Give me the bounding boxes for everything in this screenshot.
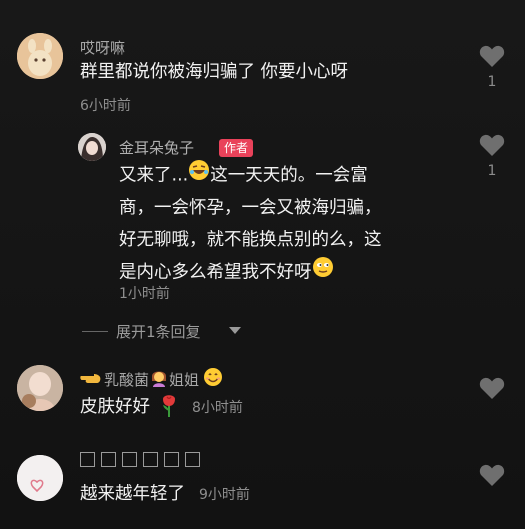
- comment-row: 皮肤好好 8小时前: [80, 391, 243, 423]
- author-badge: 作者: [219, 139, 254, 157]
- pointing-hand-emoji: [80, 368, 102, 390]
- like-button[interactable]: 1: [477, 44, 507, 90]
- heart-icon: [479, 134, 505, 156]
- avatar[interactable]: [78, 133, 106, 161]
- comment-list: 哎呀嘛 群里都说你被海归骗了 你要小心呀 6小时前 1 金耳朵兔子 作者 又来了…: [0, 0, 525, 529]
- like-button[interactable]: [477, 376, 507, 400]
- comment-text: 群里都说你被海归骗了 你要小心呀: [80, 62, 349, 82]
- timestamp: 6小时前: [80, 98, 131, 114]
- avatar[interactable]: [17, 455, 63, 501]
- avatar[interactable]: [17, 33, 63, 79]
- heart-icon: [479, 45, 505, 67]
- smile-emoji: [203, 367, 223, 391]
- username-placeholder-glyphs[interactable]: [80, 452, 200, 467]
- like-count: 1: [487, 74, 497, 90]
- avatar[interactable]: [17, 365, 63, 411]
- person-emoji: [149, 367, 169, 391]
- timestamp: 9小时前: [199, 487, 250, 503]
- timestamp: 8小时前: [192, 400, 243, 416]
- like-button[interactable]: [477, 463, 507, 487]
- chevron-down-icon[interactable]: [229, 327, 241, 334]
- username[interactable]: 乳酸菌 姐姐: [80, 367, 223, 391]
- rose-emoji: [160, 393, 178, 421]
- comment-line-2: 商，一会怀孕，一会又被海归骗，: [119, 198, 382, 218]
- expand-replies-button[interactable]: 展开1条回复: [116, 321, 201, 342]
- laughing-emoji: [188, 159, 210, 192]
- comment-text: 皮肤好好: [80, 397, 150, 417]
- comment-row: 越来越年轻了 9小时前: [80, 478, 250, 510]
- timestamp: 1小时前: [119, 286, 170, 302]
- smirk-emoji: [312, 256, 334, 289]
- like-count: 1: [487, 163, 497, 179]
- username[interactable]: 哎呀嘛: [80, 37, 125, 58]
- like-button[interactable]: 1: [477, 133, 507, 179]
- comment-line-1: 又来了... 这一天天的。一会富: [119, 159, 382, 192]
- comment-text: 越来越年轻了: [80, 484, 185, 504]
- heart-icon: [479, 377, 505, 399]
- heart-icon: [479, 464, 505, 486]
- comment-line-3: 好无聊哦，就不能换点别的么，这: [119, 230, 382, 250]
- divider: [82, 331, 108, 332]
- comment-text: 又来了... 这一天天的。一会富 商，一会怀孕，一会又被海归骗， 好无聊哦，就不…: [119, 159, 382, 289]
- username[interactable]: 金耳朵兔子: [119, 137, 194, 158]
